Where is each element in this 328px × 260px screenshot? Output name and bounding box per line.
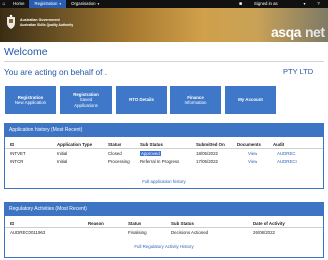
view-documents-link[interactable]: View (248, 150, 257, 158)
tile-registration-new-application[interactable]: Registration New Application (5, 86, 56, 114)
acting-on-behalf-label: You are acting on behalf of . (4, 67, 108, 77)
selected-text: Approved (140, 151, 161, 156)
caret-down-icon: ▾ (58, 2, 62, 6)
gov-line-1: Australian Government (20, 18, 60, 22)
cell-type: Initial (57, 159, 68, 164)
column-header: Sub Status (171, 221, 194, 226)
nav-organisation[interactable]: Organisation ▾ (66, 0, 104, 8)
tile-subtitle-2: Applications (74, 102, 98, 108)
help-icon[interactable]: ? (314, 0, 323, 8)
cell-sub-status: Approved (140, 150, 161, 158)
table-row: INTCR Initial Processing Referral In Pro… (5, 158, 323, 166)
caret-down-icon: ▾ (96, 2, 100, 6)
cell-type: Initial (57, 151, 68, 156)
column-header: Application Type (57, 142, 93, 147)
tile-title: RTO Details (129, 97, 154, 103)
column-header: ID (10, 142, 15, 147)
full-regulatory-history-link[interactable]: Full Regulatory Activity History (5, 244, 323, 249)
cell-submitted: 17/05/2022 (196, 159, 218, 164)
regulatory-activities-panel: Regulatory Activities (Most Recent) ID R… (4, 202, 324, 258)
nav-organisation-label: Organisation (71, 1, 96, 6)
user-icon: ■ (239, 1, 243, 7)
organisation-name: PTY LTD (283, 67, 314, 76)
nav-registration-label: Registration (34, 1, 58, 6)
header-banner: Australian Government Australian Skills … (0, 8, 328, 42)
cell-sub-status: Referral In Progress (140, 159, 180, 164)
asqa-logo: asqa (271, 24, 301, 40)
cell-date: 26/08/2022 (253, 230, 275, 235)
table-row: AUDREC0011963 Finalising Decisions Actio… (5, 229, 323, 237)
cell-status: Finalising (128, 230, 147, 235)
top-navigation-bar: ⌂ Home Registration ▾ Organisation ▾ ■ S… (0, 0, 328, 8)
cell-submitted: 18/05/2022 (196, 151, 218, 156)
column-header: Audit (273, 142, 285, 147)
cell-status: Processing (108, 159, 130, 164)
panel-heading: Application history (Most Recent) (5, 124, 323, 137)
coat-of-arms-logo (7, 14, 15, 29)
column-header: Date of Activity (253, 221, 285, 226)
column-header: Reason (88, 221, 104, 226)
table-row: INTVET Initial Closed Approved 18/05/202… (5, 150, 323, 158)
cell-id: INTVET (10, 151, 26, 156)
tile-title: My Account (238, 97, 263, 103)
column-header: Submitted On (196, 142, 225, 147)
tile-subtitle: New Application (14, 100, 47, 105)
tile-my-account[interactable]: My Account (225, 86, 276, 114)
column-header: Status (108, 142, 122, 147)
column-header: Sub Status (140, 142, 163, 147)
cell-id: INTCR (10, 159, 24, 164)
tile-subtitle: Information (184, 100, 207, 105)
gov-line-2: Australian Skills Quality Authority (20, 23, 74, 27)
acting-on-behalf-text: You are acting on behalf of (4, 67, 103, 77)
page-title: Welcome (4, 46, 48, 58)
table-header-row: ID Application Type Status Sub Status Su… (5, 141, 323, 149)
divider (4, 61, 324, 62)
nav-home[interactable]: Home (8, 0, 29, 8)
asqa-logo-net: net (305, 24, 325, 40)
view-documents-link[interactable]: View (248, 158, 257, 166)
nav-registration[interactable]: Registration ▾ (29, 0, 67, 8)
full-application-history-link[interactable]: Full application history (5, 179, 323, 184)
tile-finance-information[interactable]: Finance Information (170, 86, 221, 114)
application-history-panel: Application history (Most Recent) ID App… (4, 123, 324, 189)
account-dropdown-icon[interactable]: ▾ (300, 0, 309, 8)
home-icon[interactable]: ⌂ (0, 0, 8, 8)
column-header: Status (128, 221, 142, 226)
column-header: ID (10, 221, 15, 226)
panel-heading: Regulatory Activities (Most Recent) (5, 203, 323, 216)
signed-in-label: Signed in as (254, 1, 278, 6)
cell-status: Closed (108, 151, 122, 156)
tile-registration-saved-applications[interactable]: Registration Saved Applications (60, 86, 112, 114)
cell-id: AUDREC0011963 (10, 230, 46, 235)
tile-rto-details[interactable]: RTO Details (116, 86, 167, 114)
cell-sub-status: Decisions Actioned (171, 230, 209, 235)
audit-link[interactable]: AUDREC (277, 150, 296, 158)
column-header: Documents (237, 142, 261, 147)
audit-link[interactable]: AUDRECI (277, 158, 297, 166)
table-header-row: ID Reason Status Sub Status Date of Acti… (5, 220, 323, 228)
